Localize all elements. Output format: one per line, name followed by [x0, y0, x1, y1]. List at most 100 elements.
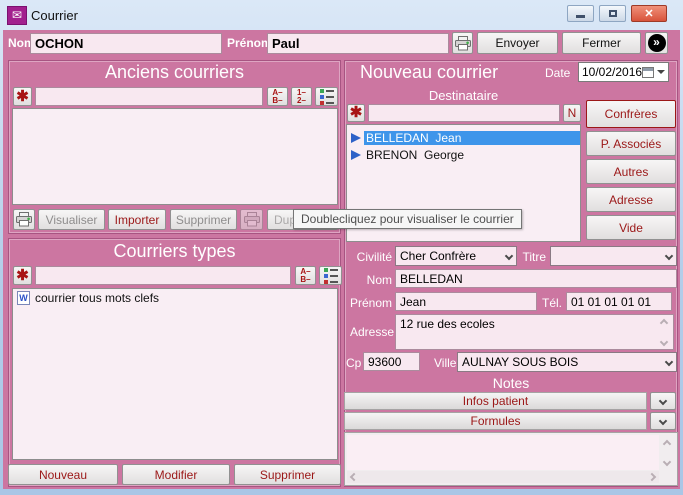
infos-patient-bar[interactable]: Infos patient: [344, 392, 647, 410]
chevron-down-icon: [657, 70, 665, 74]
dest-prenom-label: Prénom: [346, 296, 392, 310]
category-p-associes-button[interactable]: P. Associés: [586, 131, 676, 156]
maximize-button[interactable]: [599, 5, 626, 22]
chevron-down-icon: [665, 252, 673, 260]
patient-prenom-input[interactable]: [267, 33, 449, 54]
close-button[interactable]: ✕: [631, 5, 667, 22]
chevron-down-icon: [659, 397, 667, 405]
envoyer-button[interactable]: Envoyer: [477, 32, 558, 54]
category-vide-button[interactable]: Vide: [586, 215, 676, 240]
minimize-button[interactable]: [567, 5, 594, 22]
printer-icon: [244, 212, 260, 227]
courriers-types-title: Courriers types: [8, 241, 341, 262]
print-button[interactable]: [452, 32, 473, 54]
category-list-icon[interactable]: [315, 87, 338, 106]
asterisk-icon: ✱: [16, 271, 29, 281]
horizontal-scrollbar[interactable]: [347, 471, 659, 483]
ville-label: Ville: [434, 356, 456, 370]
list-item[interactable]: BRENON George: [347, 146, 580, 163]
cp-label: Cp: [346, 356, 361, 370]
patient-nom-input[interactable]: [30, 33, 222, 54]
scroll-left-icon[interactable]: [350, 473, 358, 481]
category-adresse-button[interactable]: Adresse: [586, 187, 676, 212]
destinataire-filter-input[interactable]: [368, 104, 560, 122]
dest-prenom-input[interactable]: [395, 292, 537, 311]
list-item[interactable]: W courrier tous mots clefs: [13, 289, 337, 306]
tel-input[interactable]: [566, 292, 672, 311]
types-supprimer-button[interactable]: Supprimer: [234, 464, 341, 485]
flag-icon: [351, 133, 361, 143]
printer-icon: [455, 36, 471, 51]
chevron-down-icon: [665, 358, 673, 366]
flag-icon: [351, 150, 361, 160]
courriers-types-list: W courrier tous mots clefs: [12, 288, 338, 460]
chevron-down-icon: [659, 417, 667, 425]
dest-nom-input[interactable]: [395, 269, 677, 288]
date-label: Date: [545, 66, 570, 80]
types-filter-button[interactable]: ✱: [13, 266, 32, 285]
nouveau-button[interactable]: Nouveau: [8, 464, 118, 485]
anciens-filter-input[interactable]: [35, 87, 263, 106]
patient-prenom-label: Prénom: [227, 36, 272, 50]
titre-select[interactable]: [550, 246, 677, 266]
sort-alpha-icon[interactable]: A– B–: [267, 87, 288, 106]
asterisk-icon: ✱: [16, 92, 29, 102]
anciens-courriers-title: Anciens courriers: [8, 62, 341, 83]
anciens-print-button[interactable]: [13, 209, 35, 230]
destinataire-filter-button[interactable]: ✱: [347, 104, 365, 122]
civilite-value: Cher Confrère: [400, 249, 506, 263]
fast-forward-icon: »: [648, 34, 666, 52]
anciens-filter-button[interactable]: ✱: [13, 87, 32, 106]
category-autres-button[interactable]: Autres: [586, 159, 676, 184]
scroll-up-icon[interactable]: [663, 440, 671, 448]
calendar-icon: [642, 67, 654, 78]
anciens-courriers-list[interactable]: [12, 108, 338, 205]
notes-textarea[interactable]: [347, 435, 659, 470]
courrier-type-label: courrier tous mots clefs: [35, 291, 159, 305]
courrier-app-icon: ✉: [7, 6, 27, 25]
civilite-label: Civilité: [347, 250, 392, 264]
notes-title: Notes: [344, 375, 678, 391]
fermer-button[interactable]: Fermer: [562, 32, 641, 54]
importer-button[interactable]: Importer: [108, 209, 166, 230]
tooltip: Doublecliquez pour visualiser le courrie…: [293, 209, 522, 229]
asterisk-icon: ✱: [350, 108, 363, 118]
ville-value: AULNAY SOUS BOIS: [462, 355, 666, 369]
recipient-name: BELLEDAN Jean: [364, 131, 580, 145]
n-button[interactable]: N: [563, 104, 581, 122]
ville-select[interactable]: AULNAY SOUS BOIS: [457, 352, 677, 372]
scroll-down-icon[interactable]: [663, 458, 671, 466]
cp-input[interactable]: [363, 352, 420, 371]
close-icon: ✕: [644, 7, 653, 20]
category-list-icon[interactable]: [319, 266, 342, 285]
word-document-icon: W: [17, 291, 30, 305]
types-filter-input[interactable]: [35, 266, 291, 285]
formules-expand-button[interactable]: [650, 412, 676, 430]
adresse-textarea[interactable]: 12 rue des ecoles: [395, 314, 674, 350]
anciens-print2-button[interactable]: [240, 209, 263, 230]
minimize-icon: [576, 15, 585, 18]
adresse-label: Adresse: [350, 325, 392, 339]
civilite-select[interactable]: Cher Confrère: [395, 246, 517, 266]
sort-numeric-icon[interactable]: 1– 2–: [291, 87, 312, 106]
courrier-window: ✉ Courrier ✕ Nom Prénom Envoyer Fermer »…: [0, 0, 683, 495]
modifier-button[interactable]: Modifier: [122, 464, 230, 485]
maximize-icon: [609, 10, 617, 17]
printer-icon: [16, 212, 32, 227]
list-item[interactable]: BELLEDAN Jean: [347, 129, 580, 146]
sort-alpha-icon[interactable]: A– B–: [295, 266, 316, 285]
next-button[interactable]: »: [645, 32, 668, 54]
titre-label: Titre: [520, 250, 546, 264]
anciens-supprimer-button[interactable]: Supprimer: [170, 209, 237, 230]
visualiser-button[interactable]: Visualiser: [38, 209, 105, 230]
tel-label: Tél.: [538, 296, 562, 310]
dest-nom-label: Nom: [362, 273, 392, 287]
category-confreres-button[interactable]: Confrères: [586, 100, 676, 128]
formules-bar[interactable]: Formules: [344, 412, 647, 430]
date-picker[interactable]: 10/02/2016: [578, 62, 669, 82]
recipient-name: BRENON George: [364, 148, 580, 162]
notes-textarea-frame: [344, 432, 678, 486]
infos-patient-expand-button[interactable]: [650, 392, 676, 410]
scroll-right-icon[interactable]: [648, 473, 656, 481]
window-title: Courrier: [31, 8, 78, 23]
